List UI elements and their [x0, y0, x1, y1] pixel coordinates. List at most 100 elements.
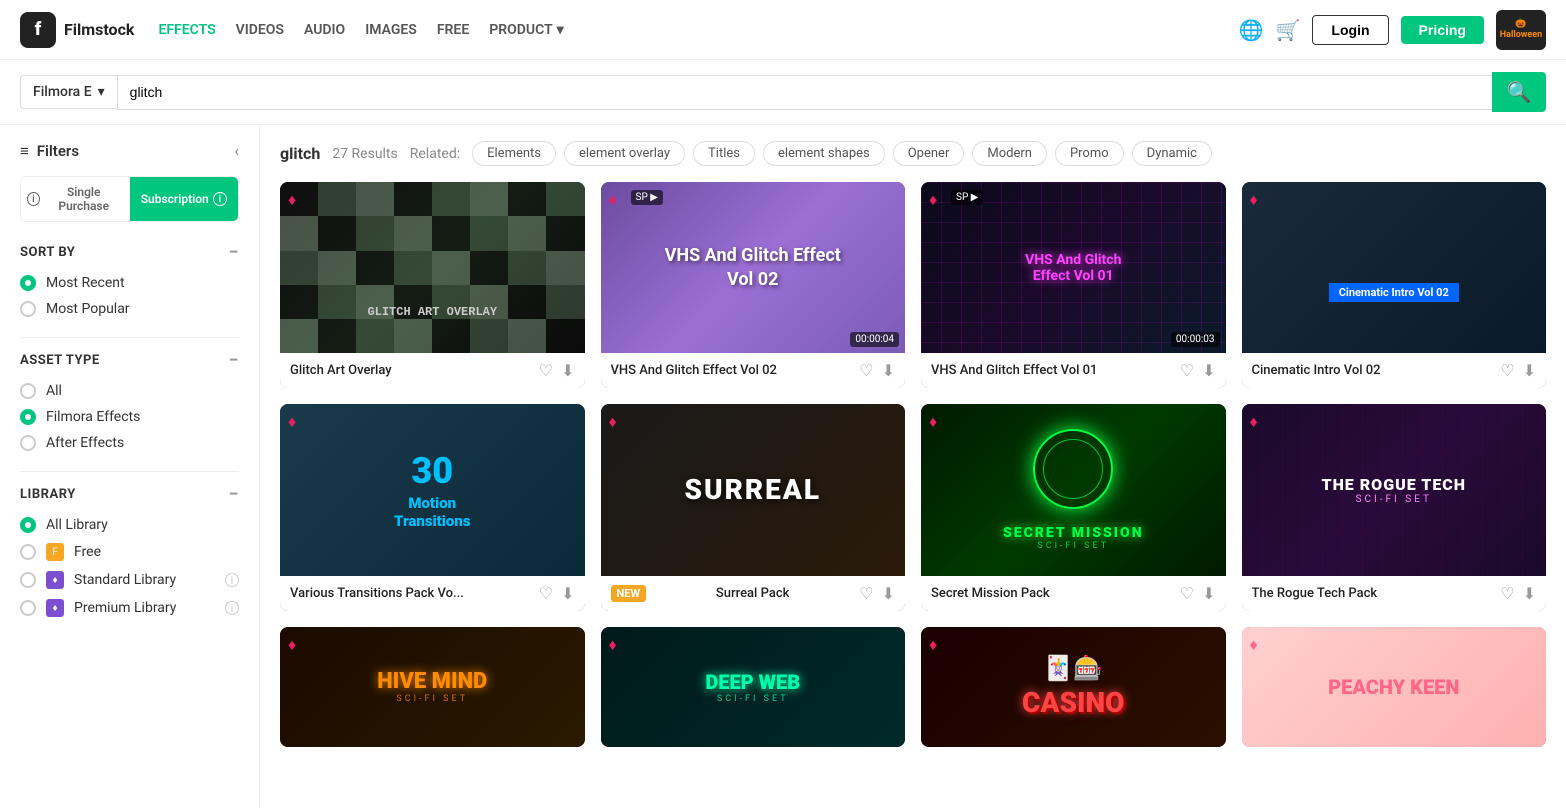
card-glitch-art[interactable]: GLITCH ART OVERLAY ♦ Glitch Art Overlay …	[280, 182, 585, 388]
nav-audio[interactable]: AUDIO	[304, 22, 345, 38]
download-icon[interactable]: ⬇	[1202, 584, 1215, 603]
sort-by-collapse-icon[interactable]: −	[229, 242, 239, 263]
nav-product[interactable]: PRODUCT ▾	[489, 22, 563, 38]
premium-diamond-icon: ♦	[1250, 635, 1258, 655]
search-button[interactable]: 🔍	[1492, 72, 1546, 112]
download-icon[interactable]: ⬇	[882, 584, 895, 603]
lib-free-icon: F	[46, 543, 64, 561]
card-title: Cinematic Intro Vol 02	[1252, 363, 1381, 378]
card-vhs-vol01[interactable]: VHS And GlitchEffect Vol 01 00:00:03 ♦ S…	[921, 182, 1226, 388]
lib-free[interactable]: F Free	[20, 543, 239, 561]
premium-diamond-icon: ♦	[609, 190, 617, 210]
purchase-toggle: i Single Purchase Subscription i	[20, 176, 239, 222]
lib-premium-radio[interactable]	[20, 600, 36, 616]
card-peachy-keen[interactable]: PEACHY KEEN ♦	[1242, 627, 1547, 747]
heart-icon[interactable]: ♡	[859, 584, 873, 603]
tag-promo[interactable]: Promo	[1055, 141, 1124, 166]
asset-all[interactable]: All	[20, 383, 239, 399]
sidebar-collapse-icon[interactable]: ‹	[234, 141, 239, 160]
results-query: glitch	[280, 144, 320, 163]
card-actions: ♡ ⬇	[859, 361, 895, 380]
sort-popular-radio[interactable]	[20, 301, 36, 317]
card-thumb-text: PEACHY KEEN	[1328, 675, 1459, 699]
asset-all-radio[interactable]	[20, 383, 36, 399]
lib-premium-info-icon: i	[225, 601, 239, 615]
premium-diamond-icon: ♦	[609, 635, 617, 655]
search-input[interactable]	[130, 84, 1480, 100]
library-collapse-icon[interactable]: −	[229, 484, 239, 505]
asset-type-collapse-icon[interactable]: −	[229, 350, 239, 371]
download-icon[interactable]: ⬇	[561, 361, 574, 380]
tag-opener[interactable]: Opener	[893, 141, 965, 166]
heart-icon[interactable]: ♡	[859, 361, 873, 380]
sort-recent-radio[interactable]	[20, 275, 36, 291]
login-button[interactable]: Login	[1312, 15, 1388, 45]
cart-icon[interactable]: 🛒	[1276, 18, 1301, 42]
tag-modern[interactable]: Modern	[972, 141, 1047, 166]
asset-filmora-radio[interactable]	[20, 409, 36, 425]
globe-icon[interactable]: 🌐	[1239, 18, 1264, 42]
sort-recent[interactable]: Most Recent	[20, 275, 239, 291]
card-thumb: VHS And Glitch EffectVol 02 00:00:04 ♦ S…	[601, 182, 906, 353]
card-surreal[interactable]: SURREAL ♦ NEW Surreal Pack ♡ ⬇	[601, 404, 906, 610]
heart-icon[interactable]: ♡	[539, 361, 553, 380]
logo[interactable]: f Filmstock	[20, 12, 134, 48]
heart-icon[interactable]: ♡	[1500, 584, 1514, 603]
platform-selector[interactable]: Filmora E ▾	[20, 75, 117, 109]
card-thumb-subtext: SCI-FI SET	[1003, 541, 1144, 551]
tag-dynamic[interactable]: Dynamic	[1132, 141, 1212, 166]
heart-icon[interactable]: ♡	[1180, 584, 1194, 603]
sort-by-section-header: SORT BY −	[20, 242, 239, 263]
lib-all-radio[interactable]	[20, 517, 36, 533]
asset-aftereffects-radio[interactable]	[20, 435, 36, 451]
lib-standard[interactable]: ♦ Standard Library i	[20, 571, 239, 589]
subscription-tab[interactable]: Subscription i	[130, 177, 239, 221]
card-casino[interactable]: 🃏🎰 CASINO ♦	[921, 627, 1226, 747]
download-icon[interactable]: ⬇	[1523, 361, 1536, 380]
heart-icon[interactable]: ♡	[1500, 361, 1514, 380]
sort-radio-group: Most Recent Most Popular	[20, 275, 239, 317]
lib-premium[interactable]: ♦ Premium Library i	[20, 599, 239, 617]
single-purchase-info-icon: i	[27, 192, 40, 206]
card-footer: Secret Mission Pack ♡ ⬇	[921, 576, 1226, 611]
premium-diamond-icon: ♦	[929, 635, 937, 655]
card-deep-web[interactable]: DEEP WEB SCI-FI SET ♦	[601, 627, 906, 747]
tag-elements[interactable]: Elements	[472, 141, 556, 166]
pricing-button[interactable]: Pricing	[1401, 16, 1484, 44]
asset-filmora[interactable]: Filmora Effects	[20, 409, 239, 425]
sort-popular[interactable]: Most Popular	[20, 301, 239, 317]
duration-badge: 00:00:04	[850, 332, 899, 347]
search-icon: 🔍	[1507, 80, 1532, 105]
main-layout: ≡ Filters ‹ i Single Purchase Subscripti…	[0, 125, 1566, 808]
heart-icon[interactable]: ♡	[1180, 361, 1194, 380]
card-vhs-vol02[interactable]: VHS And Glitch EffectVol 02 00:00:04 ♦ S…	[601, 182, 906, 388]
asset-aftereffects[interactable]: After Effects	[20, 435, 239, 451]
download-icon[interactable]: ⬇	[561, 584, 574, 603]
lib-free-radio[interactable]	[20, 544, 36, 560]
halloween-badge[interactable]: 🎃Halloween	[1496, 10, 1546, 50]
download-icon[interactable]: ⬇	[1523, 584, 1536, 603]
lib-all[interactable]: All Library	[20, 517, 239, 533]
card-secret-mission[interactable]: SECRET MISSION SCI-FI SET ♦ Secret Missi…	[921, 404, 1226, 610]
nav-effects[interactable]: EFFECTS	[158, 22, 215, 38]
tag-element-shapes[interactable]: element shapes	[763, 141, 885, 166]
card-hive-mind[interactable]: HIVE MIND SCI-FI SET ♦	[280, 627, 585, 747]
premium-diamond-icon: ♦	[1250, 190, 1258, 210]
lib-standard-radio[interactable]	[20, 572, 36, 588]
tag-element-overlay[interactable]: element overlay	[564, 141, 685, 166]
download-icon[interactable]: ⬇	[1202, 361, 1215, 380]
nav-free[interactable]: FREE	[437, 22, 469, 38]
nav-images[interactable]: IMAGES	[365, 22, 417, 38]
tag-titles[interactable]: Titles	[693, 141, 755, 166]
card-rogue-tech[interactable]: THE ROGUE TECH SCI-FI SET ♦ The Rogue Te…	[1242, 404, 1547, 610]
search-input-wrap	[117, 75, 1492, 110]
download-icon[interactable]: ⬇	[882, 361, 895, 380]
lib-premium-icon: ♦	[46, 599, 64, 617]
card-actions: ♡ ⬇	[1500, 584, 1536, 603]
nav-videos[interactable]: VIDEOS	[236, 22, 284, 38]
single-purchase-tab[interactable]: i Single Purchase	[21, 177, 130, 221]
card-transitions[interactable]: 30 MotionTransitions ♦ Various Transitio…	[280, 404, 585, 610]
card-cinematic[interactable]: Cinematic Intro Vol 02 ♦ Cinematic Intro…	[1242, 182, 1547, 388]
heart-icon[interactable]: ♡	[539, 584, 553, 603]
card-actions: ♡ ⬇	[859, 584, 895, 603]
